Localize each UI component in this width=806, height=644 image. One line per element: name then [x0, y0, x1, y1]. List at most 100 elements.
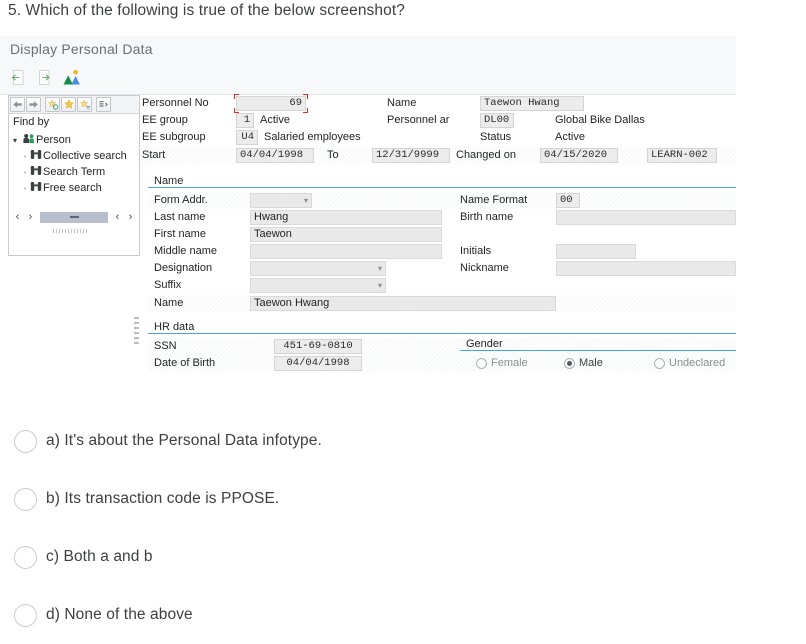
birth-name-label: Birth name: [460, 211, 514, 223]
tree-node-free-search[interactable]: · Free search: [13, 180, 137, 196]
last-name-label: Last name: [154, 211, 206, 223]
horizontal-scrollbar[interactable]: [40, 211, 108, 223]
gender-radio-female[interactable]: Female: [476, 357, 528, 369]
tree-node-person-label: Person: [36, 134, 71, 146]
tree-node-collective-search[interactable]: · Collective search: [13, 148, 137, 164]
radio-button-d[interactable]: [14, 603, 37, 627]
find-by-heading: Find by: [13, 116, 50, 128]
personnel-area-label: Personnel ar: [387, 114, 450, 126]
radio-button-c[interactable]: [14, 545, 37, 569]
ee-group-label: EE group: [142, 114, 188, 126]
find-by-tree: ▾ Person · Collective search · Search Te…: [13, 132, 137, 196]
tree-item-label: Free search: [43, 182, 102, 194]
favorite-delete-icon[interactable]: [77, 97, 92, 112]
middle-name-label: Middle name: [154, 245, 217, 257]
status-label: Status: [480, 131, 512, 143]
form-addr-row-bg: [148, 192, 736, 209]
find-by-toolbar: [9, 96, 139, 114]
personnel-no-input[interactable]: 69: [236, 96, 306, 111]
next-arrow-icon[interactable]: [36, 68, 53, 87]
ee-group-text: Active: [260, 114, 290, 126]
status-text: Active: [555, 131, 585, 143]
tree-node-person[interactable]: ▾ Person: [13, 132, 137, 148]
middle-name-input[interactable]: [250, 244, 442, 259]
name-label-row: Name: [387, 97, 416, 113]
favorite-add-icon[interactable]: [45, 97, 60, 112]
radio-button-a[interactable]: [14, 429, 37, 453]
to-value: 12/31/9999: [372, 148, 450, 163]
binoculars-icon: [30, 181, 43, 195]
left-arrow-icon[interactable]: [10, 97, 25, 112]
radio-circle-icon: [564, 357, 575, 369]
binoculars-icon: [30, 149, 43, 163]
nickname-input[interactable]: [556, 261, 736, 276]
name-group-divider: [148, 187, 736, 188]
back-arrow-icon[interactable]: [10, 68, 27, 87]
person-group-icon: [23, 133, 36, 147]
to-label: To: [327, 149, 339, 161]
changed-by-value: LEARN-002: [647, 148, 717, 163]
last-name-input[interactable]: Hwang: [250, 210, 442, 225]
birth-name-input[interactable]: [556, 210, 736, 225]
settings-icon[interactable]: [96, 97, 111, 112]
ssn-value[interactable]: 451-69-0810: [274, 339, 362, 354]
name-group-title: Name: [154, 175, 184, 187]
dob-label: Date of Birth: [154, 357, 216, 369]
favorite-star-icon[interactable]: [61, 97, 76, 112]
tree-bullet-icon: ·: [23, 166, 27, 178]
name-label: Name: [387, 97, 417, 109]
suffix-label: Suffix: [154, 279, 182, 291]
gender-radio-male[interactable]: Male: [564, 357, 603, 369]
answer-options: a) It's about the Personal Data infotype…: [14, 412, 714, 644]
option-d[interactable]: d) None of the above: [14, 586, 714, 644]
sap-toolbar: [10, 66, 80, 88]
chevron-down-icon: ▾: [303, 196, 308, 205]
binoculars-icon: [30, 165, 43, 179]
option-d-label: d) None of the above: [46, 606, 193, 623]
initials-label: Initials: [460, 245, 492, 257]
hr-data-group-title: HR data: [154, 321, 195, 333]
scroll-prev-icon[interactable]: ‹: [111, 209, 124, 225]
form-addr-select[interactable]: ▾: [250, 193, 312, 208]
option-c[interactable]: c) Both a and b: [14, 528, 714, 586]
designation-select[interactable]: ▾: [250, 261, 386, 276]
name-format-label: Name Format: [460, 194, 528, 206]
tree-item-label: Search Term: [43, 166, 106, 178]
full-name-input[interactable]: Taewon Hwang: [250, 296, 556, 311]
gender-radio-undeclared[interactable]: Undeclared: [654, 357, 725, 369]
tree-bullet-icon: ·: [23, 150, 27, 162]
radio-button-b[interactable]: [14, 487, 37, 511]
sap-window-title: Display Personal Data: [10, 41, 153, 57]
option-b[interactable]: b) Its transaction code is PPOSE.: [14, 470, 714, 528]
dob-value[interactable]: 04/04/1998: [274, 356, 362, 371]
first-name-label: First name: [154, 228, 206, 240]
changed-on-label: Changed on: [456, 149, 516, 161]
scroll-left-icon[interactable]: ‹: [11, 209, 24, 225]
suffix-select[interactable]: ▾: [250, 278, 386, 293]
option-b-label: b) Its transaction code is PPOSE.: [46, 490, 280, 507]
scroll-right-icon[interactable]: ›: [24, 209, 37, 225]
vertical-splitter-grip[interactable]: [134, 317, 139, 347]
tree-node-search-term[interactable]: · Search Term: [13, 164, 137, 180]
right-arrow-icon[interactable]: [26, 97, 41, 112]
ee-subgroup-row: EE subgroup: [142, 131, 206, 147]
gender-group: Gender: [460, 338, 736, 351]
radio-circle-icon: [476, 357, 487, 369]
hr-data-group-divider: [148, 333, 736, 334]
first-name-input[interactable]: Taewon: [250, 227, 442, 242]
scroll-next-icon[interactable]: ›: [124, 209, 137, 225]
panel-resize-grip[interactable]: [53, 229, 87, 233]
find-panel-scroll-controls: ‹ › ‹ ›: [11, 208, 137, 226]
full-name-label: Name: [154, 297, 184, 309]
initials-input[interactable]: [556, 244, 636, 259]
sap-title-bar: Display Personal Data: [0, 36, 736, 95]
org-structure-icon[interactable]: [62, 68, 80, 87]
designation-label: Designation: [154, 262, 213, 274]
chevron-down-icon: ▾: [377, 281, 382, 290]
gender-option-label: Female: [491, 357, 528, 369]
option-a[interactable]: a) It's about the Personal Data infotype…: [14, 412, 714, 470]
form-addr-label: Form Addr.: [154, 194, 208, 206]
name-value: Taewon Hwang: [480, 96, 584, 111]
name-group: Name: [148, 175, 736, 188]
personnel-area-value: DL00: [480, 113, 514, 128]
